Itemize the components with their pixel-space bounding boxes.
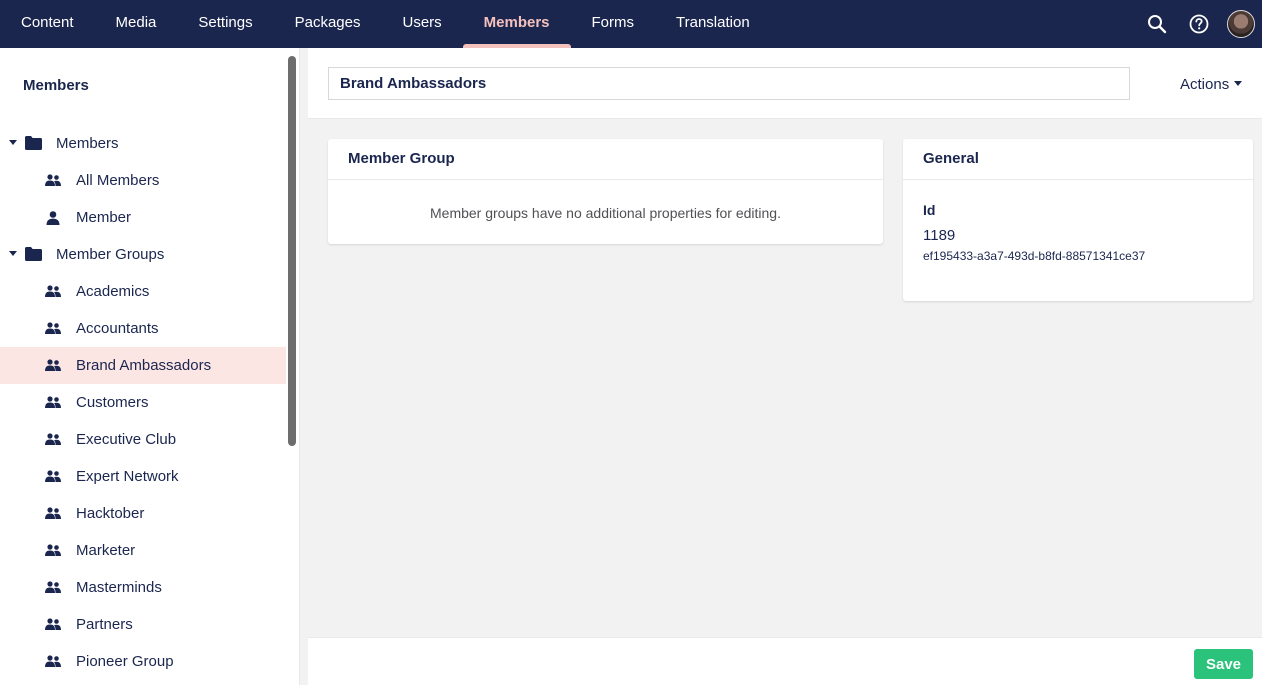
tree-item-marketer[interactable]: Marketer: [0, 532, 286, 569]
member-group-icon: [45, 322, 61, 334]
caret-down-icon: [1234, 80, 1243, 86]
tree-item-label: Members: [56, 135, 119, 152]
folder-icon: [25, 136, 42, 150]
member-group-icon: [45, 396, 61, 408]
member-group-icon: [45, 581, 61, 593]
tree-item-label: Pioneer Group: [76, 653, 174, 670]
nav-media[interactable]: Media: [95, 0, 178, 48]
help-icon[interactable]: [1178, 0, 1220, 48]
nav-translation[interactable]: Translation: [655, 0, 771, 48]
tree-item-label: Marketer: [76, 542, 136, 559]
member-group-icon: [45, 285, 61, 297]
nav-users[interactable]: Users: [381, 0, 462, 48]
actions-label: Actions: [1180, 76, 1230, 93]
save-button[interactable]: Save: [1194, 649, 1253, 679]
member-group-icon: [45, 544, 61, 556]
tree-item-label: All Members: [76, 172, 160, 189]
nav-content[interactable]: Content: [0, 0, 95, 48]
members-icon: [45, 174, 61, 186]
member-group-icon: [45, 507, 61, 519]
member-icon: [46, 211, 60, 225]
sidebar-title: Members: [23, 77, 89, 94]
no-properties-message: Member groups have no additional propert…: [430, 205, 781, 221]
tree-item-label: Accountants: [76, 320, 159, 337]
tree-item-executive-club[interactable]: Executive Club: [0, 421, 286, 458]
actions-menu-button[interactable]: Actions: [1180, 76, 1243, 93]
avatar: [1227, 10, 1255, 38]
tree-item-all-members[interactable]: All Members: [0, 162, 286, 199]
caret-down-icon[interactable]: [9, 140, 17, 145]
general-panel: General Id 1189 ef195433-a3a7-493d-b8fd-…: [903, 139, 1253, 301]
member-group-panel: Member Group Member groups have no addit…: [328, 139, 883, 244]
editor-footer: Save: [308, 637, 1262, 685]
nav-members[interactable]: Members: [462, 0, 571, 48]
nav-forms[interactable]: Forms: [571, 0, 656, 48]
member-group-icon: [45, 470, 61, 482]
member-group-panel-title: Member Group: [328, 139, 883, 180]
id-label: Id: [923, 202, 936, 218]
tree-item-hacktober[interactable]: Hacktober: [0, 495, 286, 532]
tree-item-academics[interactable]: Academics: [0, 273, 286, 310]
top-icons: [1136, 0, 1262, 48]
search-icon[interactable]: [1136, 0, 1178, 48]
folder-icon: [25, 247, 42, 261]
tree-item-label: Partners: [76, 616, 133, 633]
tree-item-label: Expert Network: [76, 468, 179, 485]
tree-item-partners[interactable]: Partners: [0, 606, 286, 643]
sidebar: Members Members All Members Member Membe…: [0, 48, 300, 685]
caret-down-icon[interactable]: [9, 251, 17, 256]
member-tree: Members All Members Member Member Groups…: [0, 125, 286, 680]
member-group-icon: [45, 359, 61, 371]
tree-item-label: Member: [76, 209, 132, 226]
tree-item-pioneer-group[interactable]: Pioneer Group: [0, 643, 286, 680]
tree-item-label: Member Groups: [56, 246, 165, 263]
group-name-input[interactable]: [328, 67, 1130, 100]
tree-item-label: Executive Club: [76, 431, 177, 448]
sidebar-scrollbar[interactable]: [288, 56, 296, 446]
tree-item-label: Brand Ambassadors: [76, 357, 212, 374]
tree-item-accountants[interactable]: Accountants: [0, 310, 286, 347]
tree-item-label: Hacktober: [76, 505, 145, 522]
nav-packages[interactable]: Packages: [274, 0, 382, 48]
tree-item-expert-network[interactable]: Expert Network: [0, 458, 286, 495]
member-group-icon: [45, 618, 61, 630]
id-value: 1189: [923, 227, 956, 244]
general-panel-body: Id 1189 ef195433-a3a7-493d-b8fd-88571341…: [903, 180, 1253, 263]
user-avatar[interactable]: [1220, 0, 1262, 48]
tree-item-member-groups-folder[interactable]: Member Groups: [0, 236, 286, 273]
tree-item-member[interactable]: Member: [0, 199, 286, 236]
tree-item-masterminds[interactable]: Masterminds: [0, 569, 286, 606]
general-panel-title: General: [903, 139, 1253, 180]
editor-header: Actions: [308, 48, 1262, 119]
key-value: ef195433-a3a7-493d-b8fd-88571341ce37: [923, 249, 1146, 263]
member-group-icon: [45, 433, 61, 445]
tree-item-label: Masterminds: [76, 579, 162, 596]
section-nav: Content Media Settings Packages Users Me…: [0, 0, 771, 48]
nav-settings[interactable]: Settings: [177, 0, 273, 48]
tree-item-brand-ambassadors[interactable]: Brand Ambassadors: [0, 347, 286, 384]
top-navigation: Content Media Settings Packages Users Me…: [0, 0, 1262, 48]
tree-item-members-folder[interactable]: Members: [0, 125, 286, 162]
tree-item-customers[interactable]: Customers: [0, 384, 286, 421]
member-group-icon: [45, 655, 61, 667]
tree-item-label: Customers: [76, 394, 149, 411]
tree-item-label: Academics: [76, 283, 150, 300]
